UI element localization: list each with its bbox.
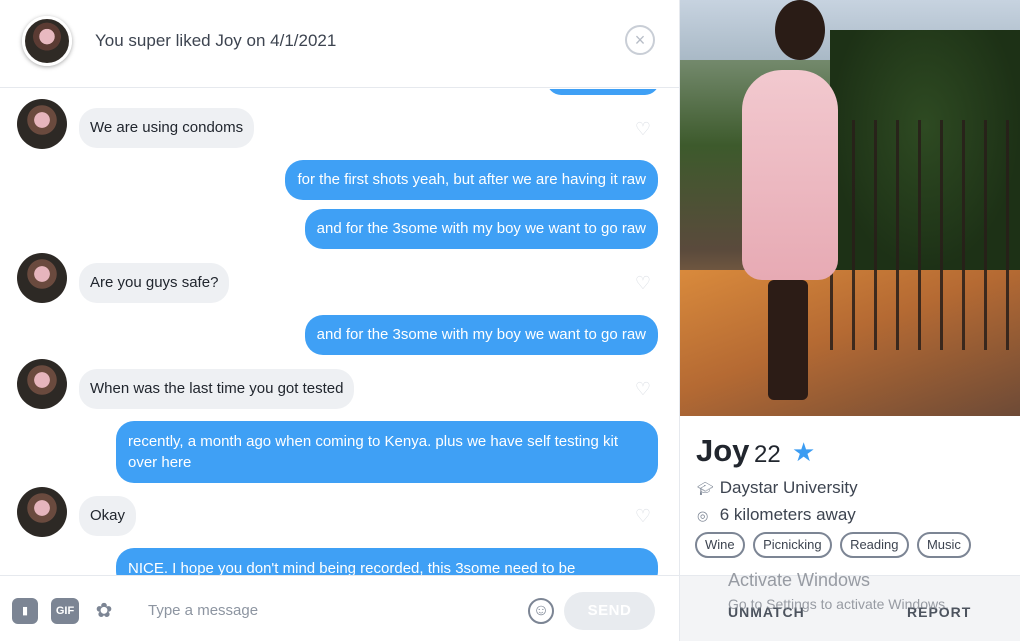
message-row: Are you guys safe? ♡ xyxy=(0,253,679,303)
interest-tags: Wine Picnicking Reading Music xyxy=(695,532,1015,572)
outgoing-message: recently, a month ago when coming to Ken… xyxy=(116,421,658,483)
distance-text: 6 kilometers away xyxy=(719,505,856,524)
profile-panel: Joy 22 ★ 🎓︎ Daystar University ◎ 6 kilom… xyxy=(680,0,1020,641)
outgoing-message: NICE. I hope you don't mind being record… xyxy=(116,548,658,575)
avatar[interactable] xyxy=(17,359,67,409)
send-button[interactable]: SEND xyxy=(564,592,655,630)
profile-age: 22 xyxy=(754,441,781,468)
close-icon[interactable]: × xyxy=(625,25,655,55)
app-window: You super liked Joy on 4/1/2021 × We are… xyxy=(0,0,1020,641)
gif-button[interactable]: GIF xyxy=(51,598,79,624)
message-row: and for the 3some with my boy we want to… xyxy=(0,209,679,249)
activate-windows-subtitle: Go to Settings to activate Windows. xyxy=(728,596,949,612)
chat-header: You super liked Joy on 4/1/2021 × xyxy=(0,0,679,88)
profile-photo[interactable] xyxy=(680,0,1020,416)
location-pin-icon: ◎ xyxy=(697,508,709,523)
match-avatar[interactable] xyxy=(22,16,72,66)
interest-tag: Music xyxy=(916,532,971,558)
outgoing-message: and for the 3some with my boy we want to… xyxy=(304,209,658,249)
school-info: 🎓︎ Daystar University xyxy=(697,478,858,498)
school-name: Daystar University xyxy=(719,478,858,497)
message-row: and for the 3some with my boy we want to… xyxy=(0,315,679,355)
super-like-notice: You super liked Joy on 4/1/2021 xyxy=(95,31,337,50)
super-like-star-icon: ★ xyxy=(792,437,816,467)
activate-windows-title: Activate Windows xyxy=(728,570,871,590)
like-heart-icon[interactable]: ♡ xyxy=(634,507,652,525)
graduation-cap-icon: 🎓︎ xyxy=(697,481,714,496)
incoming-message: Okay xyxy=(79,496,137,536)
interest-tag: Wine xyxy=(695,532,745,558)
message-row: We are using condoms ♡ xyxy=(0,99,679,149)
interest-tag: Reading xyxy=(840,532,909,558)
message-row: When was the last time you got tested ♡ xyxy=(0,359,679,409)
chat-panel: You super liked Joy on 4/1/2021 × We are… xyxy=(0,0,680,641)
message-row: recently, a month ago when coming to Ken… xyxy=(0,421,679,483)
emoji-icon[interactable]: ☺ xyxy=(528,598,554,624)
like-heart-icon[interactable]: ♡ xyxy=(634,274,652,292)
interest-tag: Picnicking xyxy=(753,532,832,558)
incoming-message: When was the last time you got tested xyxy=(79,369,355,409)
message-row: Okay ♡ xyxy=(0,487,679,537)
message-row: NICE. I hope you don't mind being record… xyxy=(0,548,679,575)
sticker-icon[interactable]: ✿ xyxy=(91,598,117,624)
like-heart-icon[interactable]: ♡ xyxy=(634,120,652,138)
contact-card-icon[interactable]: ▮ xyxy=(12,598,38,624)
message-input[interactable] xyxy=(140,594,520,626)
profile-name: Joy xyxy=(696,433,750,468)
like-heart-icon[interactable]: ♡ xyxy=(634,380,652,398)
avatar[interactable] xyxy=(17,253,67,303)
avatar[interactable] xyxy=(17,99,67,149)
message-composer: ▮ GIF ✿ ☺ SEND xyxy=(0,575,679,641)
previous-message-bubble xyxy=(547,89,659,95)
message-row: for the first shots yeah, but after we a… xyxy=(0,160,679,200)
avatar[interactable] xyxy=(17,487,67,537)
incoming-message: Are you guys safe? xyxy=(79,263,230,303)
incoming-message: We are using condoms xyxy=(79,108,255,148)
distance-info: ◎ 6 kilometers away xyxy=(697,505,856,525)
message-list[interactable]: We are using condoms ♡ for the first sho… xyxy=(0,89,679,575)
outgoing-message: for the first shots yeah, but after we a… xyxy=(285,160,658,200)
outgoing-message: and for the 3some with my boy we want to… xyxy=(304,315,658,355)
